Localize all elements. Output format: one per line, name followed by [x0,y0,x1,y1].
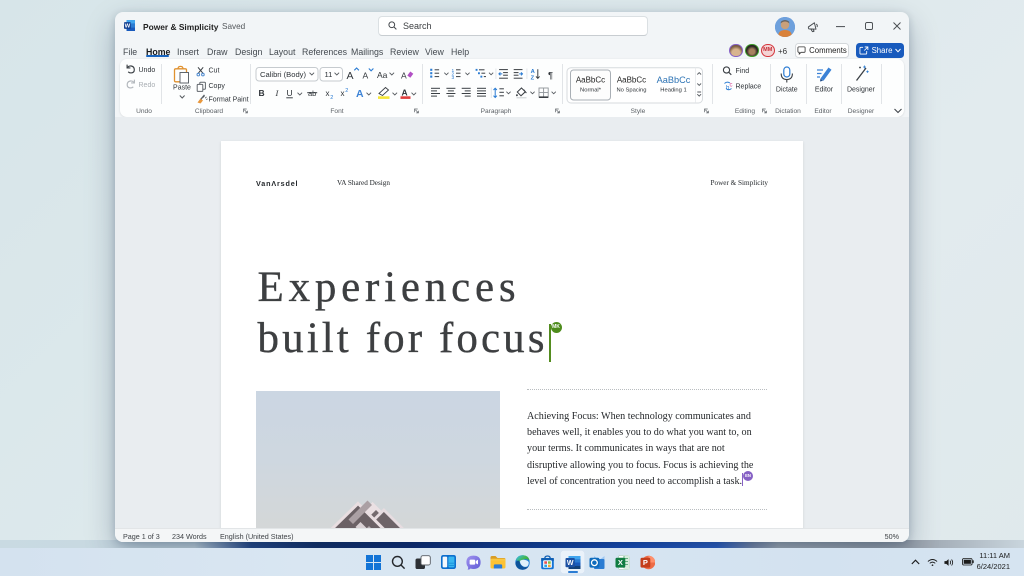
svg-text:AaBbCc: AaBbCc [657,75,691,85]
svg-text:¶: ¶ [548,71,553,82]
svg-text:2: 2 [345,88,348,94]
svg-text:A: A [402,88,408,98]
svg-text:2: 2 [330,95,333,101]
svg-text:11: 11 [325,70,333,79]
svg-text:Copy: Copy [209,83,226,90]
svg-text:Format Paint: Format Paint [209,97,249,104]
svg-text:x: x [341,89,345,98]
svg-text:I: I [275,88,280,98]
svg-text:Aa: Aa [377,70,388,80]
svg-text:Dictate: Dictate [776,87,798,94]
svg-text:A: A [401,71,407,81]
svg-text:A: A [363,71,369,81]
svg-text:W: W [125,24,131,30]
svg-text:A: A [347,70,354,82]
svg-text:X: X [618,558,623,567]
svg-text:Redo: Redo [139,82,156,89]
svg-text:No Spacing: No Spacing [617,88,647,94]
svg-text:AaBbCc: AaBbCc [617,76,646,85]
svg-text:3: 3 [452,75,455,81]
svg-text:B: B [259,88,265,98]
svg-text:P: P [643,558,648,567]
svg-text:Cut: Cut [209,68,220,75]
svg-text:AaBbCc: AaBbCc [576,76,605,85]
svg-text:W: W [566,560,573,567]
svg-text:Heading 1: Heading 1 [660,88,686,94]
svg-text:Calibri (Body): Calibri (Body) [260,70,306,79]
svg-text:x: x [326,89,330,98]
svg-text:Editor: Editor [815,87,834,94]
svg-text:Replace: Replace [736,84,762,91]
svg-text:Paste: Paste [173,85,191,92]
svg-text:c: c [730,83,733,89]
svg-text:Normal*: Normal* [580,88,602,94]
svg-text:Designer: Designer [847,87,876,94]
svg-text:Z: Z [531,75,535,81]
svg-text:Undo: Undo [139,67,156,74]
svg-text:Find: Find [736,68,750,75]
svg-text:A: A [356,88,364,100]
svg-text:ab: ab [308,89,316,98]
svg-text:U: U [287,88,293,98]
svg-text:A: A [531,69,536,75]
